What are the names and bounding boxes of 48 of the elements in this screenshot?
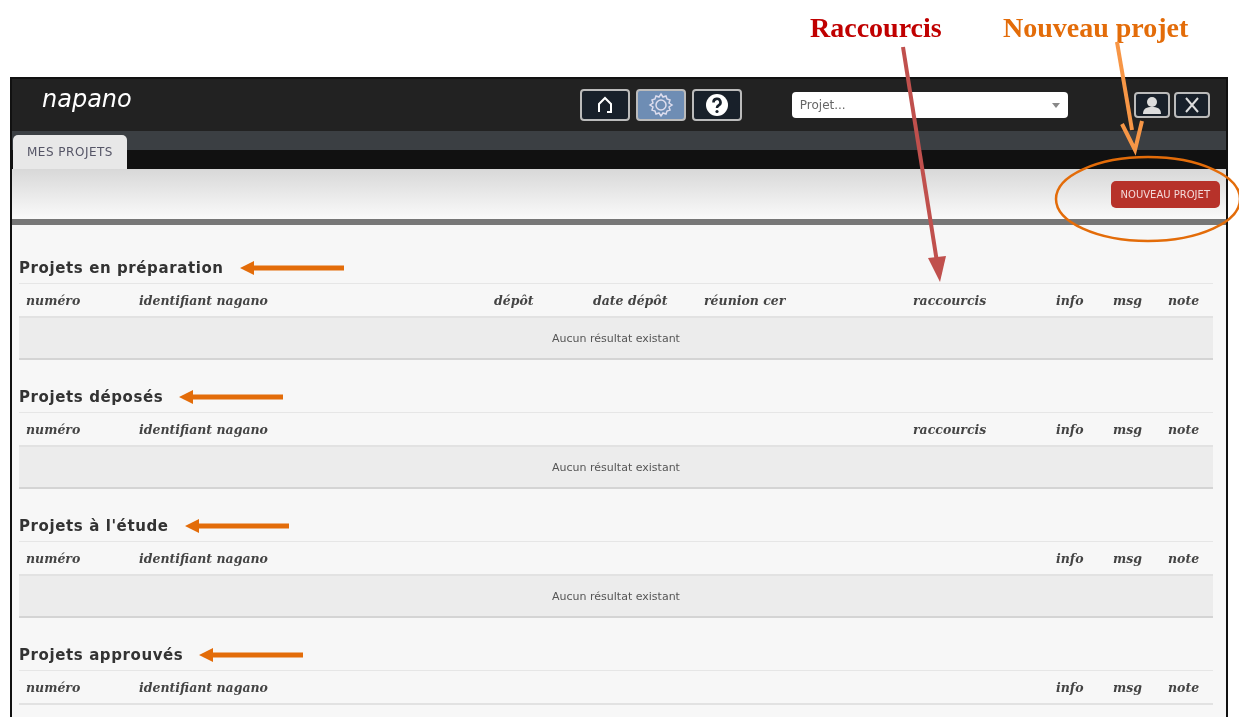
annotation-label: Nouveau projet (1003, 12, 1189, 44)
column-header: note (1168, 679, 1200, 695)
column-header: msg (1113, 421, 1142, 437)
close-icon (1184, 97, 1200, 113)
column-header: info (1056, 550, 1084, 566)
empty-message: Aucun résultat existant (552, 331, 680, 345)
new-project-button[interactable]: NOUVEAU PROJET (1110, 180, 1220, 208)
section-title: Projets déposés (19, 388, 164, 406)
column-header: date dépôt (593, 292, 668, 308)
column-header: note (1168, 421, 1200, 437)
column-header: note (1168, 292, 1200, 308)
column-header: info (1056, 679, 1084, 695)
section-title: Projets à l'étude (19, 517, 169, 535)
column-header: réunion cer (704, 292, 786, 308)
empty-message: Aucun résultat existant (552, 460, 680, 474)
column-header: msg (1113, 550, 1142, 566)
column-header: numéro (26, 679, 81, 695)
home-button[interactable] (579, 89, 630, 121)
section-title: Projets en préparation (19, 259, 224, 277)
column-header: numéro (26, 292, 81, 308)
user-icon (1142, 96, 1162, 114)
tab[interactable]: MES PROJETS (13, 135, 127, 169)
column-header: msg (1113, 679, 1142, 695)
column-header: identifiant nagano (139, 292, 268, 308)
column-header: info (1056, 421, 1084, 437)
project-dropdown[interactable]: Projet... (791, 92, 1068, 118)
help-icon (704, 93, 729, 117)
close-button[interactable] (1174, 92, 1210, 118)
column-header: dépôt (494, 292, 534, 308)
column-header: msg (1113, 292, 1142, 308)
column-header: identifiant nagano (139, 421, 268, 437)
column-header: info (1056, 292, 1084, 308)
logo: napano (42, 85, 132, 113)
column-header: identifiant nagano (139, 550, 268, 566)
column-header: numéro (26, 421, 81, 437)
column-header: note (1168, 550, 1200, 566)
column-header: numéro (26, 550, 81, 566)
settings-icon (647, 92, 674, 118)
annotation-label: Raccourcis (810, 12, 942, 44)
settings-button[interactable] (635, 89, 686, 121)
empty-message: Aucun résultat existant (552, 589, 680, 603)
section-title: Projets approuvés (19, 646, 184, 664)
help-button[interactable] (691, 89, 742, 121)
caret-icon (1051, 102, 1060, 108)
user-button[interactable] (1134, 92, 1170, 118)
column-header: identifiant nagano (139, 679, 268, 695)
column-header: raccourcis (913, 292, 987, 308)
column-header: raccourcis (913, 421, 987, 437)
